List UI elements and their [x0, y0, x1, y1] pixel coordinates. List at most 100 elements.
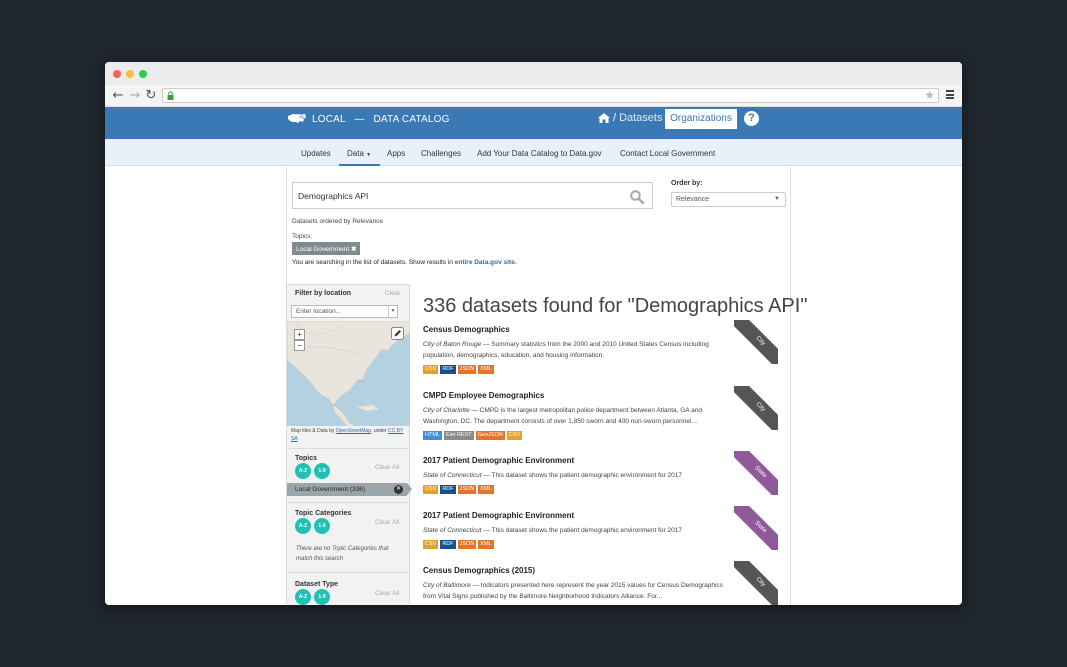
breadcrumb-separator: / — [613, 112, 617, 124]
sort-19-button[interactable]: 1-9 — [314, 463, 330, 479]
result-summary: — This dataset shows the patient demogra… — [483, 527, 682, 534]
sort-az-button[interactable]: A-Z — [295, 463, 311, 479]
zoom-out-button[interactable]: − — [294, 340, 305, 351]
us-map-logo-icon[interactable] — [287, 113, 307, 126]
zoom-in-button[interactable]: + — [294, 329, 305, 340]
result-description: City of Charlotte — CMPD is the largest … — [423, 405, 733, 427]
brand-title[interactable]: LOCAL — DATA CATALOG — [312, 114, 450, 125]
format-badge[interactable]: RDF — [440, 485, 456, 494]
format-badge[interactable]: XML — [478, 540, 494, 549]
result-ribbon: City — [734, 561, 778, 605]
topic-facet-label: Local Government (336) — [295, 486, 366, 493]
help-icon[interactable]: ? — [744, 111, 759, 126]
format-badge[interactable]: GeoJSON — [475, 431, 505, 440]
location-clear-button[interactable]: Clear — [385, 290, 401, 297]
filter-location-title: Filter by location — [295, 290, 352, 297]
edit-icon[interactable] — [391, 327, 404, 340]
categories-clear-all[interactable]: Clear All — [375, 519, 399, 526]
search-note-text: You are searching in the list of dataset… — [292, 259, 453, 266]
nav-add-catalog[interactable]: Add Your Data Catalog to Data.gov — [477, 149, 602, 158]
caret-down-icon: ▼ — [366, 152, 372, 158]
sort-19-button[interactable]: 1-9 — [314, 518, 330, 534]
result-summary: — This dataset shows the patient demogra… — [483, 472, 682, 479]
topic-categories-title: Topic Categories — [295, 510, 352, 517]
back-arrow-icon[interactable]: ← — [110, 87, 126, 104]
topics-facet-title: Topics — [295, 455, 318, 462]
forward-arrow-icon[interactable]: → — [127, 87, 143, 104]
format-badge[interactable]: CSV — [423, 540, 439, 549]
result-item: 2017 Patient Demographic Environment Sta… — [423, 451, 788, 495]
format-badge[interactable]: RDF — [440, 365, 456, 374]
reload-icon[interactable]: ↻ — [143, 87, 159, 104]
result-publisher: City of Baton Rouge — [423, 341, 482, 348]
home-icon[interactable] — [598, 113, 610, 123]
topics-label: Topics: — [292, 233, 313, 240]
result-formats: HTML Esri REST GeoJSON CSV — [423, 431, 788, 440]
format-badge[interactable]: HTML — [423, 431, 442, 440]
format-badge[interactable]: CSV — [423, 365, 439, 374]
close-icon[interactable]: ✕ — [394, 485, 403, 494]
nav-contact[interactable]: Contact Local Government — [620, 149, 715, 158]
topics-clear-all[interactable]: Clear All — [375, 464, 399, 471]
result-item: Census Demographics (2015) City of Balti… — [423, 561, 788, 605]
sub-navigation: Updates Data ▼ Apps Challenges Add Your … — [105, 139, 962, 166]
search-box[interactable] — [292, 182, 653, 209]
entire-datagov-link[interactable]: entire Data.gov site. — [455, 259, 517, 266]
search-icon[interactable] — [630, 190, 644, 204]
nav-updates[interactable]: Updates — [301, 149, 331, 158]
title-bar — [105, 62, 962, 85]
nav-data[interactable]: Data ▼ — [347, 149, 371, 158]
ribbon-label: City — [734, 320, 778, 364]
result-publisher: State of Connecticut — [423, 527, 482, 534]
nav-data-label: Data — [347, 149, 364, 158]
divider — [287, 448, 410, 449]
topic-filter-tag[interactable]: Local Government ✖ — [292, 242, 361, 255]
format-badge[interactable]: JSON — [457, 540, 477, 549]
format-badge[interactable]: RDF — [440, 540, 456, 549]
browser-toolbar: ← → ↻ ★ — [105, 85, 962, 107]
sort-az-button[interactable]: A-Z — [295, 518, 311, 534]
location-map[interactable]: + − — [287, 321, 410, 426]
nav-challenges[interactable]: Challenges — [421, 149, 461, 158]
format-badge[interactable]: CSV — [423, 485, 439, 494]
close-icon[interactable]: ✖ — [351, 246, 356, 253]
zoom-window-button[interactable] — [139, 70, 147, 78]
topic-facet-active[interactable]: Local Government (336) ✕ — [287, 483, 407, 496]
format-badge[interactable]: CSV — [506, 431, 523, 440]
close-window-button[interactable] — [113, 70, 121, 78]
ribbon-label: State — [734, 506, 778, 550]
brand-separator: — — [354, 114, 365, 125]
order-by-value: Relevance — [676, 196, 710, 203]
format-badge[interactable]: JSON — [457, 485, 477, 494]
nav-apps[interactable]: Apps — [387, 149, 405, 158]
location-input[interactable]: Enter location... ▼ — [291, 305, 398, 318]
result-description: City of Baltimore — Indicators presented… — [423, 580, 733, 602]
minimize-window-button[interactable] — [126, 70, 134, 78]
ribbon-label: City — [734, 561, 778, 605]
dataset-type-clear-all[interactable]: Clear All — [375, 590, 399, 597]
search-input[interactable] — [298, 191, 598, 201]
sort-19-button[interactable]: 1-9 — [314, 589, 330, 605]
organizations-button[interactable]: Organizations — [665, 109, 737, 129]
format-badge[interactable]: JSON — [457, 365, 477, 374]
result-description: City of Baton Rouge — Summary statistics… — [423, 339, 733, 361]
format-badge[interactable]: XML — [478, 485, 494, 494]
breadcrumb-datasets[interactable]: Datasets — [619, 112, 662, 124]
result-item: 2017 Patient Demographic Environment Sta… — [423, 506, 788, 550]
divider — [287, 502, 410, 503]
result-ribbon: State — [734, 451, 778, 495]
address-bar[interactable]: ★ — [162, 88, 939, 103]
openstreetmap-link[interactable]: OpenStreetMap — [336, 428, 371, 434]
star-icon[interactable]: ★ — [924, 88, 935, 102]
order-by-select[interactable]: Relevance ▼ — [671, 192, 786, 207]
sort-az-button[interactable]: A-Z — [295, 589, 311, 605]
result-item: CMPD Employee Demographics City of Charl… — [423, 386, 788, 440]
facet-arrow — [407, 483, 412, 495]
format-badge[interactable]: XML — [478, 365, 494, 374]
caret-down-icon: ▼ — [388, 306, 397, 317]
active-nav-indicator — [339, 164, 380, 166]
format-badge[interactable]: Esri REST — [443, 431, 474, 440]
menu-icon[interactable] — [946, 90, 954, 99]
site-header: LOCAL — DATA CATALOG / Datasets Organiza… — [105, 107, 962, 139]
result-formats: CSV RDF JSON XML — [423, 365, 788, 374]
